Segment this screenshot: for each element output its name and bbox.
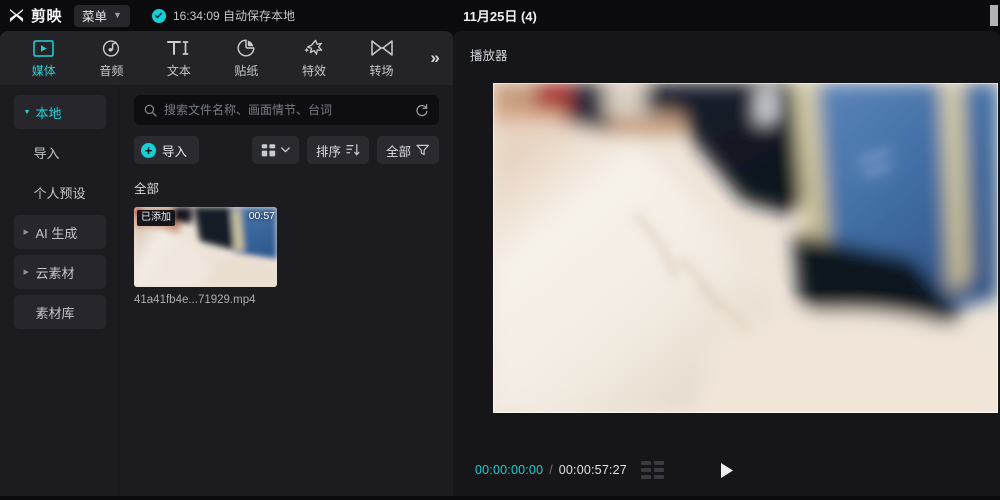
- capcut-logo-icon: [8, 7, 25, 24]
- autosave-status: 16:34:09 自动保存本地: [151, 7, 295, 24]
- brand-logo: 剪映: [8, 5, 62, 26]
- tab-overflow-button[interactable]: »: [417, 33, 453, 83]
- frame-bar: [640, 475, 651, 479]
- search-input[interactable]: [164, 103, 408, 117]
- sidebar-item-ai-generate[interactable]: ▶ AI 生成: [13, 215, 106, 249]
- library-sidebar: ▼ 本地 导入 个人预设 ▶ AI 生成 ▶ 云素材 素材库: [0, 85, 120, 500]
- tab-sticker[interactable]: 贴纸: [213, 33, 281, 83]
- library-group-title: 全部: [134, 182, 160, 196]
- sticker-circle-icon: [236, 37, 256, 59]
- chevron-down-icon: [281, 147, 290, 153]
- filter-button-label: 全部: [385, 144, 411, 159]
- player-stage: [493, 83, 998, 413]
- window-controls[interactable]: [990, 5, 998, 26]
- sidebar-item-cloud-assets[interactable]: ▶ 云素材: [13, 255, 106, 289]
- library-tabbar: 媒体 音频 文本 贴纸 特效 转场 »: [0, 31, 453, 85]
- library-body: ▼ 本地 导入 个人预设 ▶ AI 生成 ▶ 云素材 素材库 搜索文件名称、画面…: [0, 85, 453, 500]
- sort-button-label: 排序: [315, 144, 341, 159]
- plus-circle-icon: +: [141, 142, 156, 158]
- bottom-strip: [0, 496, 1000, 500]
- autosave-text: 16:34:09 自动保存本地: [172, 9, 295, 23]
- media-grid: 已添加 00:57 41a41fb4e...71929.mp4: [134, 207, 439, 306]
- sidebar-item-asset-library-label: 素材库: [35, 305, 75, 321]
- tab-text[interactable]: 文本: [145, 33, 213, 83]
- media-thumbnail[interactable]: 已添加 00:57: [134, 207, 277, 287]
- effects-sparkle-icon: [303, 37, 325, 59]
- frame-bar: [653, 475, 664, 479]
- sort-descending-icon: [346, 143, 360, 157]
- player-panel: 播放器 00:00:00:00 / 00:00:57:27: [453, 31, 1000, 500]
- chevron-double-right-icon: »: [430, 48, 440, 67]
- filter-button[interactable]: 全部: [376, 136, 439, 164]
- player-title: 播放器: [470, 49, 508, 63]
- tab-sticker-label: 贴纸: [234, 64, 259, 78]
- view-mode-button[interactable]: [251, 136, 299, 164]
- media-added-badge: 已添加: [137, 210, 175, 226]
- search-icon: [144, 104, 157, 117]
- tab-audio[interactable]: 音频: [78, 33, 146, 83]
- sidebar-item-presets[interactable]: 个人预设: [14, 175, 106, 209]
- frame-bar: [653, 461, 664, 465]
- sidebar-item-local[interactable]: ▼ 本地: [13, 95, 106, 129]
- frame-grid-icon[interactable]: [640, 461, 664, 479]
- media-item-name: 41a41fb4e...71929.mp4: [134, 294, 256, 306]
- play-button[interactable]: [719, 462, 734, 479]
- tab-audio-label: 音频: [99, 64, 124, 78]
- media-item[interactable]: 已添加 00:57 41a41fb4e...71929.mp4: [134, 207, 277, 306]
- workspace: 媒体 音频 文本 贴纸 特效 转场 » ▼ 本地 导入 个人预设 ▶ AI 生成…: [0, 31, 1000, 500]
- check-circle-icon: [151, 8, 166, 23]
- capcut-window: 剪映 菜单 ▼ 16:34:09 自动保存本地 11月25日 (4) 媒体 音频…: [0, 0, 1000, 500]
- sidebar-item-cloud-assets-label: 云素材: [35, 265, 75, 281]
- search-bar[interactable]: [134, 95, 439, 125]
- sidebar-item-import[interactable]: 导入: [14, 135, 106, 169]
- caret-right-icon: ▶: [23, 269, 29, 276]
- media-duration-badge: 00:57: [248, 210, 275, 222]
- text-ti-icon: [166, 37, 192, 59]
- caret-right-icon: ▶: [23, 229, 29, 236]
- timecode-separator: /: [549, 463, 553, 477]
- video-preview[interactable]: [493, 83, 998, 413]
- tab-transition-label: 转场: [369, 64, 394, 78]
- media-library-panel: 媒体 音频 文本 贴纸 特效 转场 » ▼ 本地 导入 个人预设 ▶ AI 生成…: [0, 31, 453, 500]
- filter-icon: [416, 143, 430, 157]
- frame-bar: [653, 468, 664, 472]
- library-content: + 导入: [120, 85, 453, 500]
- brand-name: 剪映: [31, 8, 63, 25]
- import-button[interactable]: + 导入: [134, 136, 200, 164]
- player-header: 播放器: [453, 31, 1000, 78]
- import-button-label: 导入: [162, 144, 188, 159]
- sidebar-item-import-label: 导入: [33, 145, 60, 161]
- title-bar: 剪映 菜单 ▼ 16:34:09 自动保存本地 11月25日 (4): [0, 0, 1000, 31]
- refresh-icon[interactable]: [415, 103, 429, 117]
- library-toolbar: + 导入 排序 全部: [134, 136, 439, 164]
- tab-effects[interactable]: 特效: [280, 33, 348, 83]
- tab-media[interactable]: 媒体: [10, 33, 78, 83]
- menu-label: 菜单: [82, 10, 108, 24]
- menu-button[interactable]: 菜单 ▼: [74, 4, 130, 27]
- current-timecode[interactable]: 00:00:00:00: [475, 463, 543, 477]
- sidebar-item-local-label: 本地: [35, 105, 62, 121]
- tab-text-label: 文本: [166, 64, 191, 78]
- media-play-frame-icon: [33, 37, 55, 59]
- sidebar-item-asset-library[interactable]: 素材库: [13, 295, 106, 329]
- grid-view-icon: [261, 143, 276, 158]
- tab-effects-label: 特效: [301, 64, 326, 78]
- sort-button[interactable]: 排序: [306, 136, 369, 164]
- caret-down-icon: ▼: [23, 108, 31, 116]
- frame-bar: [640, 461, 651, 465]
- audio-note-icon: [101, 37, 121, 59]
- chevron-down-icon: ▼: [113, 9, 122, 20]
- tab-transition[interactable]: 转场: [348, 33, 416, 83]
- sidebar-item-presets-label: 个人预设: [33, 185, 86, 201]
- frame-bar: [640, 468, 651, 472]
- tab-media-label: 媒体: [31, 64, 56, 78]
- total-timecode: 00:00:57:27: [558, 463, 627, 477]
- document-title: 11月25日 (4): [463, 9, 537, 24]
- player-controls: 00:00:00:00 / 00:00:57:27: [453, 452, 1000, 488]
- sidebar-item-ai-generate-label: AI 生成: [35, 225, 78, 241]
- play-triangle-icon: [720, 462, 733, 478]
- transition-bowtie-icon: [370, 37, 394, 59]
